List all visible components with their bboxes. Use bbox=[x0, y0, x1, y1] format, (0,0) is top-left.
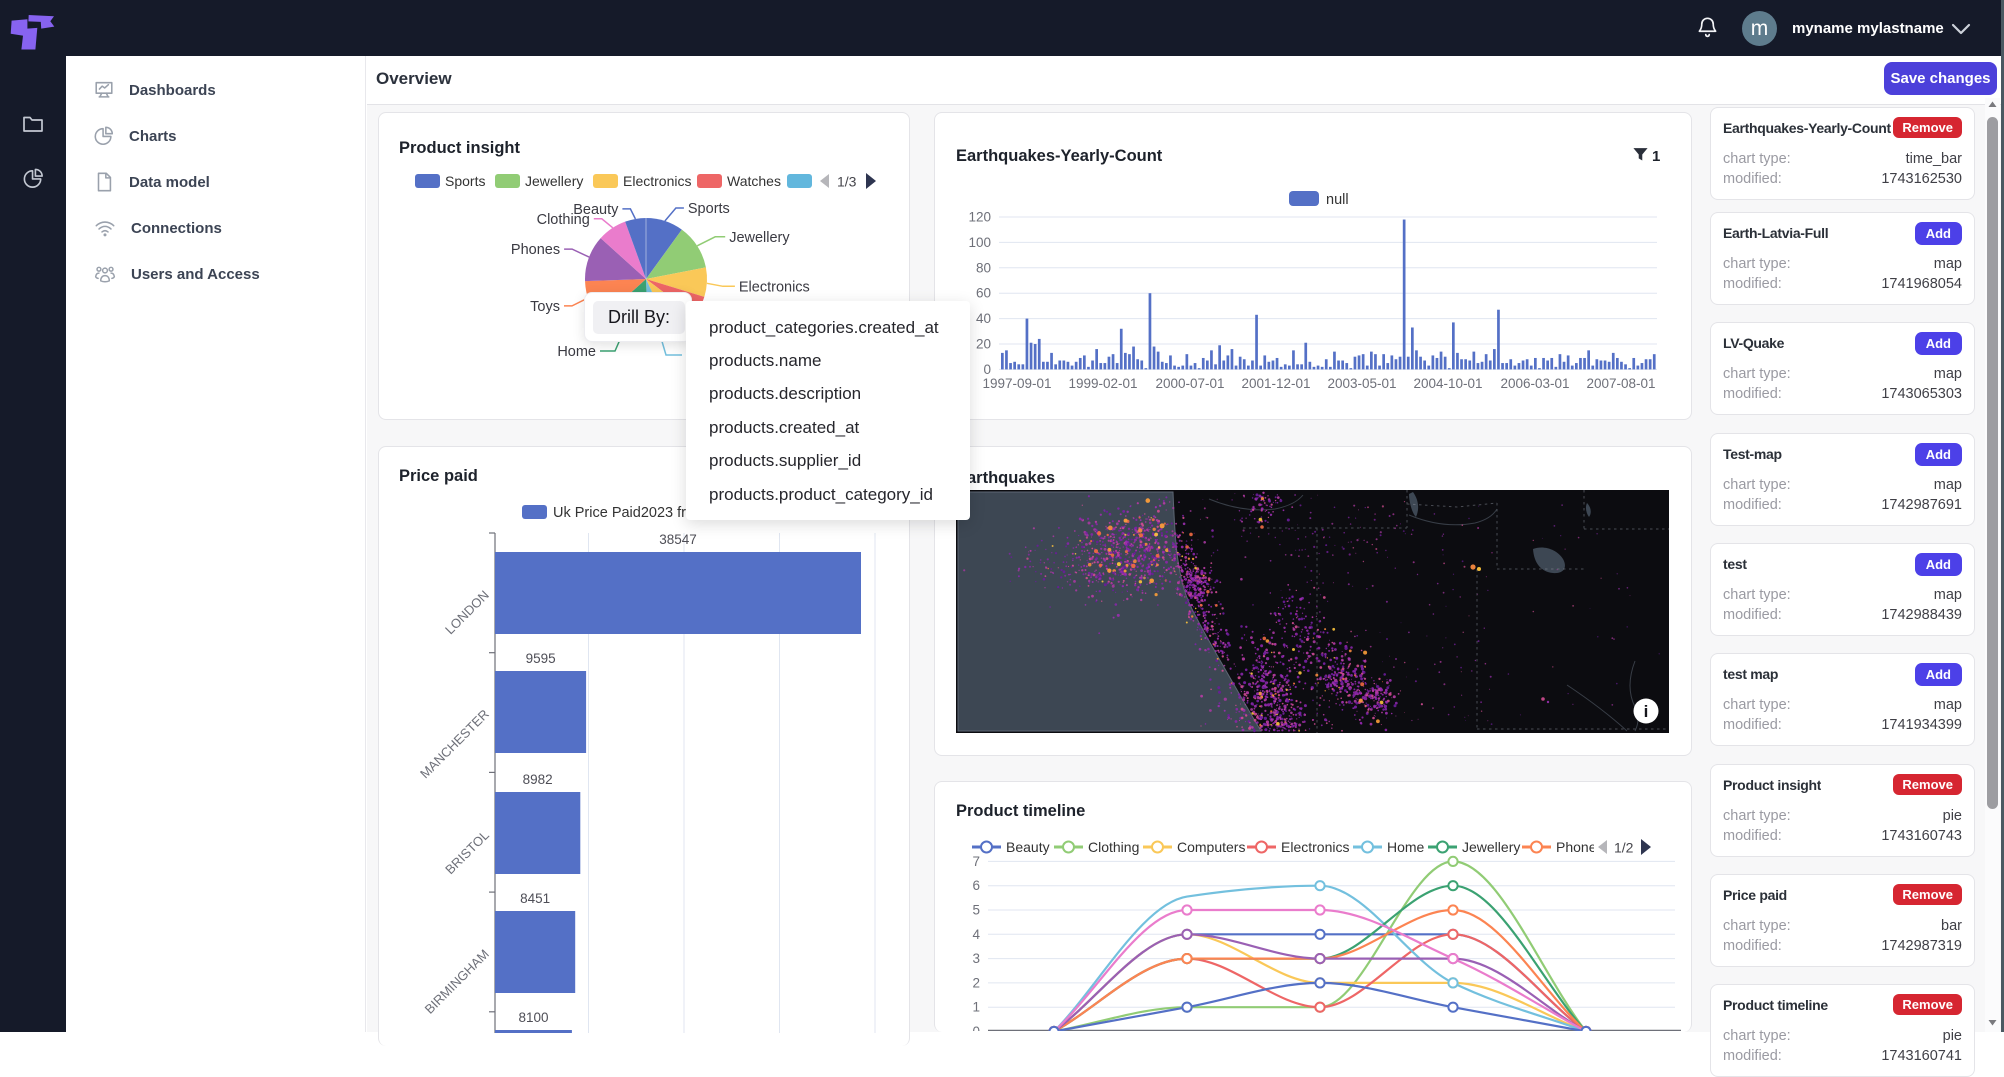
svg-text:7: 7 bbox=[972, 854, 980, 869]
svg-text:Jewellery: Jewellery bbox=[1462, 839, 1520, 855]
svg-text:0: 0 bbox=[983, 362, 991, 377]
svg-text:2004-10-01: 2004-10-01 bbox=[1413, 376, 1482, 391]
svg-text:Phones: Phones bbox=[511, 242, 560, 258]
svg-text:BIRMINGHAM: BIRMINGHAM bbox=[422, 946, 492, 1016]
svg-text:Clothing: Clothing bbox=[537, 212, 590, 228]
svg-text:3: 3 bbox=[972, 951, 980, 966]
svg-text:Phones: Phones bbox=[1556, 839, 1603, 855]
svg-text:Watches: Watches bbox=[727, 173, 781, 189]
svg-text:2007-08-01: 2007-08-01 bbox=[1586, 376, 1655, 391]
svg-text:LONDON: LONDON bbox=[442, 587, 492, 637]
svg-text:0: 0 bbox=[972, 1024, 980, 1031]
svg-text:i: i bbox=[1644, 702, 1649, 721]
svg-text:Computers: Computers bbox=[1177, 839, 1245, 855]
svg-text:1/2: 1/2 bbox=[1614, 840, 1634, 856]
svg-text:80: 80 bbox=[976, 260, 991, 275]
svg-text:38547: 38547 bbox=[659, 532, 697, 547]
svg-text:Beauty: Beauty bbox=[1006, 839, 1050, 855]
svg-text:60: 60 bbox=[976, 286, 991, 301]
svg-text:Clothing: Clothing bbox=[1088, 839, 1139, 855]
svg-text:Earthquakes: Earthquakes bbox=[956, 469, 1055, 487]
svg-text:Electronics: Electronics bbox=[739, 279, 810, 295]
svg-text:BRISTOL: BRISTOL bbox=[442, 827, 492, 877]
svg-text:Toys: Toys bbox=[530, 299, 560, 315]
svg-text:8100: 8100 bbox=[518, 1010, 548, 1025]
svg-text:8982: 8982 bbox=[523, 772, 553, 787]
svg-text:5: 5 bbox=[972, 903, 980, 918]
svg-text:Electronics: Electronics bbox=[1281, 839, 1349, 855]
svg-text:100: 100 bbox=[968, 235, 991, 250]
svg-text:null: null bbox=[1326, 192, 1349, 208]
svg-text:8451: 8451 bbox=[520, 891, 550, 906]
svg-text:Home: Home bbox=[557, 344, 596, 360]
svg-text:6: 6 bbox=[972, 878, 980, 893]
svg-text:1: 1 bbox=[1652, 148, 1660, 165]
svg-text:1997-09-01: 1997-09-01 bbox=[982, 376, 1051, 391]
svg-text:Price paid: Price paid bbox=[399, 467, 478, 485]
svg-text:2000-07-01: 2000-07-01 bbox=[1155, 376, 1224, 391]
svg-text:2003-05-01: 2003-05-01 bbox=[1327, 376, 1396, 391]
svg-text:Sports: Sports bbox=[688, 201, 730, 217]
svg-text:2: 2 bbox=[972, 975, 980, 990]
svg-text:1999-02-01: 1999-02-01 bbox=[1068, 376, 1137, 391]
svg-text:20: 20 bbox=[976, 337, 991, 352]
svg-text:4: 4 bbox=[972, 927, 980, 942]
svg-text:1: 1 bbox=[972, 1000, 980, 1015]
svg-text:Sports: Sports bbox=[445, 173, 485, 189]
svg-text:9595: 9595 bbox=[526, 651, 556, 666]
svg-text:MANCHESTER: MANCHESTER bbox=[417, 706, 492, 781]
svg-text:120: 120 bbox=[968, 210, 991, 225]
svg-text:Product insight: Product insight bbox=[399, 139, 521, 157]
svg-text:1/3: 1/3 bbox=[837, 174, 857, 190]
svg-text:Earthquakes-Yearly-Count: Earthquakes-Yearly-Count bbox=[956, 147, 1163, 165]
svg-text:2001-12-01: 2001-12-01 bbox=[1241, 376, 1310, 391]
svg-text:Home: Home bbox=[1387, 839, 1425, 855]
svg-text:Product timeline: Product timeline bbox=[956, 802, 1085, 820]
svg-text:Jewellery: Jewellery bbox=[525, 173, 583, 189]
svg-text:Jewellery: Jewellery bbox=[729, 230, 790, 246]
svg-text:Electronics: Electronics bbox=[623, 173, 691, 189]
svg-text:40: 40 bbox=[976, 311, 991, 326]
svg-text:2006-03-01: 2006-03-01 bbox=[1500, 376, 1569, 391]
